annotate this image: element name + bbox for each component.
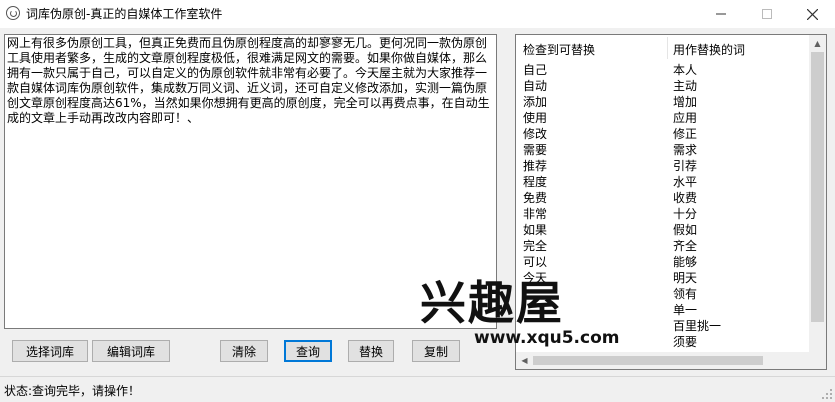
replace-button[interactable]: 替换 [348,340,394,362]
replacement-list[interactable]: 检查到可替换 用作替换的词 自己 本人 自动 主动 添加 增加 使用 应用 修改 修正 需要 需求 推荐… [515,34,827,370]
resize-grip-icon[interactable] [821,388,833,400]
list-item[interactable]: 如果 假如 [516,222,812,238]
replacement-word: 收费 [673,191,698,205]
list-item[interactable]: 添加 增加 [516,94,812,110]
replacement-word: 应用 [673,111,698,125]
title-bar: 词库伪原创-真正的自媒体工作室软件 [0,0,835,28]
minimize-icon [716,13,726,15]
list-rows: 自己 本人 自动 主动 添加 增加 使用 应用 修改 修正 需要 需求 推荐 引荐 程度 水平 免费 收费 非常 十分… [516,62,812,350]
replacement-word: 领有 [673,287,698,301]
list-item[interactable]: 自己 本人 [516,62,812,78]
status-bar: 状态:查询完毕，请操作！ [0,376,835,402]
list-item[interactable]: 修改 修正 [516,126,812,142]
list-item[interactable]: 百里挑一 [516,318,812,334]
replacement-word: 修正 [673,127,698,141]
found-word: 推荐 [523,159,548,173]
list-item[interactable]: 完全 齐全 [516,238,812,254]
list-item[interactable]: 需要 需求 [516,142,812,158]
app-logo-icon [6,6,20,20]
replacement-word: 需求 [673,143,698,157]
replacement-word: 增加 [673,95,698,109]
article-text-area[interactable]: 网上有很多伪原创工具，但真正免费而且伪原创程度高的却寥寥无几。更何况同一款伪原创… [4,34,497,329]
list-item[interactable]: 使用 应用 [516,110,812,126]
replacement-word: 引荐 [673,159,698,173]
found-word: 非常 [523,207,548,221]
list-item[interactable]: 非常 十分 [516,206,812,222]
replacement-word: 百里挑一 [673,319,722,333]
list-item[interactable]: 程度 水平 [516,174,812,190]
found-word: 今天 [523,271,548,285]
replacement-word: 主动 [673,79,698,93]
maximize-button[interactable] [744,0,790,28]
copy-button[interactable]: 复制 [412,340,460,362]
vertical-scroll-thumb[interactable] [811,52,824,322]
column-header-replacement[interactable]: 用作替换的词 [673,41,745,58]
list-item[interactable]: 自动 主动 [516,78,812,94]
vertical-scrollbar[interactable]: ▲ [809,35,826,369]
replacement-word: 须要 [673,335,698,349]
list-item[interactable]: 单一 [516,302,812,318]
replacement-word: 明天 [673,271,698,285]
horizontal-scroll-thumb[interactable] [533,356,763,365]
scroll-up-icon[interactable]: ▲ [809,35,826,52]
replacement-word: 假如 [673,223,698,237]
query-button[interactable]: 查询 [284,340,332,362]
found-word: 如果 [523,223,548,237]
replacement-word: 水平 [673,175,698,189]
list-item[interactable]: 领有 [516,286,812,302]
replacement-word: 齐全 [673,239,698,253]
found-word: 程度 [523,175,548,189]
maximize-icon [762,9,772,19]
window-title: 词库伪原创-真正的自媒体工作室软件 [26,7,223,21]
status-text: 状态:查询完毕，请操作！ [4,384,141,398]
select-library-button[interactable]: 选择词库 [12,340,88,362]
found-word: 需要 [523,143,548,157]
horizontal-scrollbar[interactable]: ◀ [516,352,812,369]
edit-library-button[interactable]: 编辑词库 [92,340,170,362]
found-word: 使用 [523,111,548,125]
close-icon [806,8,818,20]
found-word: 免费 [523,191,548,205]
column-divider [667,37,668,59]
list-item[interactable]: 今天 明天 [516,270,812,286]
found-word: 可以 [523,255,548,269]
replacement-word: 十分 [673,207,698,221]
minimize-button[interactable] [698,0,744,28]
found-word: 自动 [523,79,548,93]
replacement-word: 单一 [673,303,698,317]
list-item[interactable]: 须要 [516,334,812,350]
found-word: 添加 [523,95,548,109]
list-item[interactable]: 推荐 引荐 [516,158,812,174]
found-word: 修改 [523,127,548,141]
found-word: 自己 [523,63,548,77]
replacement-word: 本人 [673,63,698,77]
column-header-found[interactable]: 检查到可替换 [523,41,595,58]
close-button[interactable] [789,0,835,28]
list-item[interactable]: 免费 收费 [516,190,812,206]
scroll-left-icon[interactable]: ◀ [516,352,533,369]
replacement-word: 能够 [673,255,698,269]
clear-button[interactable]: 清除 [220,340,268,362]
found-word: 完全 [523,239,548,253]
list-item[interactable]: 可以 能够 [516,254,812,270]
